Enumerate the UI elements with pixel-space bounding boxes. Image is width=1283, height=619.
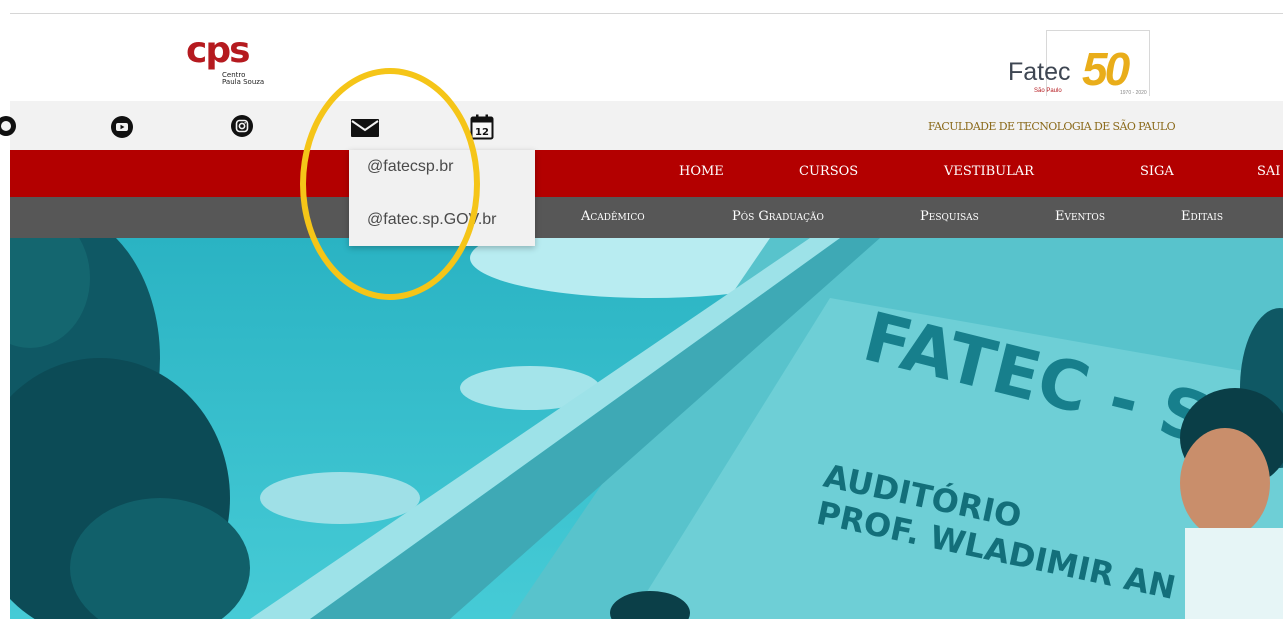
cps-logo-letters: cps: [186, 30, 251, 71]
globe-icon[interactable]: [0, 114, 18, 138]
nav-item-sai[interactable]: SAI: [1257, 164, 1280, 179]
main-nav-bar: [10, 150, 1283, 197]
calendar-icon[interactable]: 12: [470, 114, 494, 140]
nav-item-vestibular[interactable]: VESTIBULAR: [944, 164, 1034, 179]
top-divider: [10, 13, 1283, 14]
fatec-logo-number: 50: [1082, 43, 1130, 95]
nav-item-cursos[interactable]: CURSOS: [799, 164, 858, 179]
instagram-icon[interactable]: [230, 114, 254, 138]
nav-item-home[interactable]: HOME: [679, 164, 724, 179]
cps-logo-sub-line2: Paula Souza: [222, 78, 265, 86]
mail-dropdown-menu: @fatecsp.br @fatec.sp.GOV.br: [349, 150, 535, 246]
institution-tagline: FACULDADE DE TECNOLOGIA DE SÃO PAULO: [928, 120, 1176, 133]
subnav-item-eventos[interactable]: Eventos: [1055, 209, 1105, 224]
mail-icon[interactable]: [350, 117, 380, 139]
subnav-item-pos-graduacao[interactable]: Pós Graduação: [732, 209, 824, 224]
subnav-item-pesquisas[interactable]: Pesquisas: [920, 209, 979, 224]
mail-option-fatecsp[interactable]: @fatecsp.br: [367, 158, 454, 176]
nav-item-siga[interactable]: SIGA: [1140, 164, 1174, 179]
subnav-item-academico[interactable]: Acadêmico: [581, 209, 645, 224]
cps-logo[interactable]: cps Centro Paula Souza: [186, 30, 268, 90]
subnav-item-editais[interactable]: Editais: [1181, 209, 1223, 224]
calendar-day-number: 12: [475, 127, 489, 138]
cps-logo-subtitle: Centro Paula Souza: [222, 72, 264, 86]
fatec-logo-word: Fatec: [1008, 58, 1071, 86]
fatec-logo-city: São Paulo: [1034, 88, 1062, 94]
hero-image: FATEC - SP AUDITÓRIO PROF. WLADIMIR AN: [10, 238, 1283, 619]
fatec-logo-years: 1970 - 2020: [1120, 90, 1147, 96]
youtube-icon[interactable]: [110, 115, 134, 139]
mail-option-fatec-sp-gov[interactable]: @fatec.sp.GOV.br: [367, 211, 496, 229]
fatec-50-logo[interactable]: Fatec São Paulo 50 1970 - 2020: [1008, 30, 1158, 100]
